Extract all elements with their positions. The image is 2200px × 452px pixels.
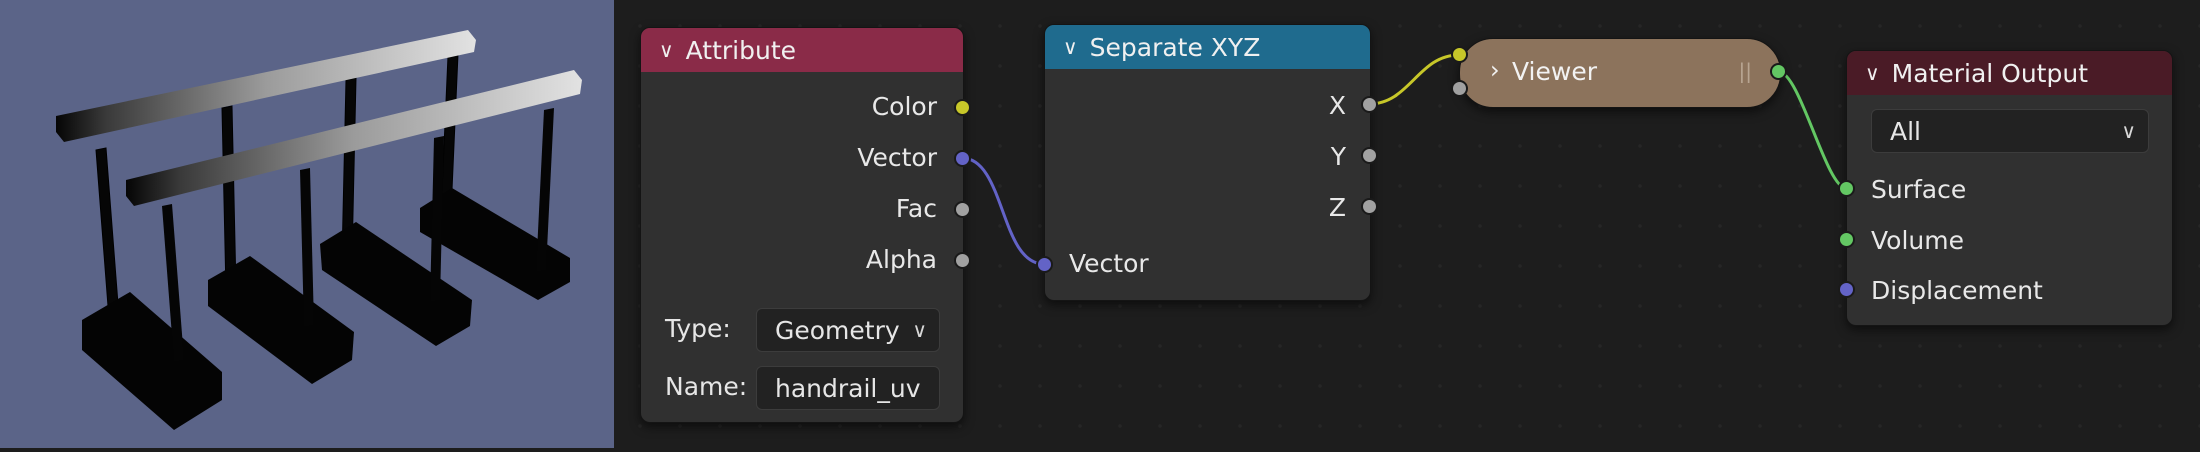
socket-volume-input[interactable]	[1838, 231, 1855, 248]
input-label-volume: Volume	[1871, 226, 1964, 255]
type-dropdown[interactable]: Geometry ∨	[756, 308, 940, 352]
name-label: Name:	[665, 372, 748, 401]
node-title: Attribute	[685, 35, 797, 65]
handrail-model-render	[56, 30, 582, 430]
socket-fac-output[interactable]	[954, 201, 971, 218]
node-title: Material Output	[1891, 58, 2088, 88]
chevron-down-icon[interactable]: ∨	[1865, 61, 1880, 85]
socket-vector-input[interactable]	[1036, 256, 1053, 273]
socket-viewer-value-input[interactable]	[1451, 46, 1468, 63]
socket-displacement-input[interactable]	[1838, 281, 1855, 298]
attribute-node[interactable]: ∨ Attribute Color Vector Fac Alpha Type:…	[640, 27, 964, 423]
socket-color-output[interactable]	[954, 99, 971, 116]
output-label-y: Y	[1330, 142, 1346, 171]
chevron-down-icon[interactable]: ∨	[659, 38, 674, 62]
viewer-node[interactable]: › Viewer ||	[1459, 38, 1781, 108]
3d-viewport[interactable]	[0, 0, 614, 448]
socket-alpha-output[interactable]	[954, 252, 971, 269]
socket-vector-output[interactable]	[954, 150, 971, 167]
type-label: Type:	[665, 314, 731, 343]
separate-xyz-node[interactable]: ∨ Separate XYZ X Y Z Vector	[1044, 24, 1371, 301]
attribute-node-header[interactable]: ∨ Attribute	[641, 28, 963, 72]
output-label-color: Color	[871, 92, 937, 121]
output-label-z: Z	[1328, 193, 1346, 222]
socket-viewer-geometry-input[interactable]	[1451, 80, 1468, 97]
chevron-down-icon: ∨	[2121, 119, 2136, 143]
chevron-down-icon: ∨	[912, 318, 927, 342]
socket-surface-input[interactable]	[1838, 180, 1855, 197]
socket-y-output[interactable]	[1361, 147, 1378, 164]
type-value: Geometry	[775, 315, 900, 345]
output-label-x: X	[1328, 91, 1346, 120]
socket-x-output[interactable]	[1361, 96, 1378, 113]
chevron-right-icon[interactable]: ›	[1490, 56, 1500, 84]
socket-viewer-output[interactable]	[1770, 63, 1787, 80]
drag-handle-icon[interactable]: ||	[1739, 59, 1752, 83]
output-label-vector: Vector	[857, 143, 937, 172]
name-value: handrail_uv	[775, 373, 921, 403]
output-label-alpha: Alpha	[865, 245, 937, 274]
output-label-fac: Fac	[895, 194, 937, 223]
target-dropdown[interactable]: All ∨	[1871, 109, 2149, 153]
chevron-down-icon[interactable]: ∨	[1063, 35, 1078, 59]
material-output-node[interactable]: ∨ Material Output All ∨ Surface Volume D…	[1846, 50, 2173, 326]
node-title: Separate XYZ	[1089, 32, 1261, 62]
target-value: All	[1890, 116, 1921, 146]
input-label-surface: Surface	[1871, 175, 1967, 204]
input-label-vector: Vector	[1069, 249, 1149, 278]
socket-z-output[interactable]	[1361, 198, 1378, 215]
node-title: Viewer	[1512, 57, 1597, 86]
input-label-displacement: Displacement	[1871, 276, 2043, 305]
name-field[interactable]: handrail_uv	[756, 366, 940, 410]
material-output-node-header[interactable]: ∨ Material Output	[1847, 51, 2172, 95]
separate-xyz-node-header[interactable]: ∨ Separate XYZ	[1045, 25, 1370, 69]
